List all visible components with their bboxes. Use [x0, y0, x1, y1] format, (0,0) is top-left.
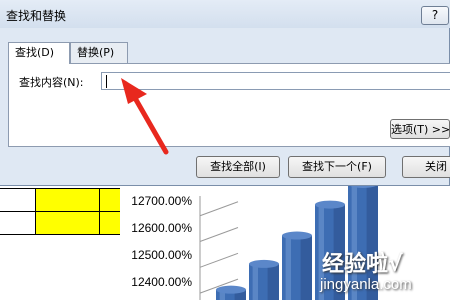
- find-replace-dialog: 查找和替换 ? 查找(D) 替换(P) 查找内容(N): 选项(T) >> 查找…: [0, 0, 450, 186]
- column-chart[interactable]: 12700.00% 12600.00% 12500.00% 12400.00%: [120, 186, 450, 300]
- dialog-title: 查找和替换: [6, 9, 67, 23]
- text-caret: [106, 75, 107, 88]
- chart-gridline: [199, 227, 239, 242]
- find-tab-panel: 查找内容(N):: [8, 63, 450, 147]
- tab-find[interactable]: 查找(D): [8, 42, 70, 64]
- chart-bar[interactable]: [249, 259, 279, 300]
- chart-gridlines: [199, 196, 239, 300]
- grid-cell[interactable]: [0, 188, 36, 212]
- dialog-titlebar[interactable]: 查找和替换 ?: [0, 0, 450, 28]
- y-tick-label: 12600.00%: [131, 221, 192, 235]
- highlighted-cell[interactable]: [35, 188, 100, 212]
- chart-bar[interactable]: [315, 200, 345, 300]
- chart-bars: [216, 186, 378, 300]
- y-tick-label: 12700.00%: [131, 194, 192, 208]
- close-button[interactable]: 关闭: [402, 156, 450, 178]
- tab-replace[interactable]: 替换(P): [70, 42, 128, 63]
- highlighted-cell[interactable]: [99, 188, 121, 212]
- y-tick-label: 12500.00%: [131, 248, 192, 262]
- y-tick-label: 12400.00%: [131, 275, 192, 289]
- find-what-label: 查找内容(N):: [19, 76, 84, 89]
- chart-bar[interactable]: [216, 285, 246, 300]
- chart-gridline: [199, 252, 239, 268]
- find-all-button[interactable]: 查找全部(I): [196, 156, 280, 178]
- highlighted-cell[interactable]: [99, 211, 121, 235]
- find-next-button[interactable]: 查找下一个(F): [288, 156, 386, 178]
- help-button[interactable]: ?: [421, 6, 449, 25]
- options-button[interactable]: 选项(T) >>: [390, 119, 450, 139]
- chart-bar[interactable]: [282, 231, 312, 300]
- chart-bar[interactable]: [348, 186, 378, 300]
- chart-plot-area: [199, 186, 378, 300]
- highlighted-cell[interactable]: [35, 211, 100, 235]
- grid-cell[interactable]: [0, 211, 36, 235]
- find-what-input[interactable]: [101, 72, 450, 90]
- chart-gridline: [199, 201, 239, 217]
